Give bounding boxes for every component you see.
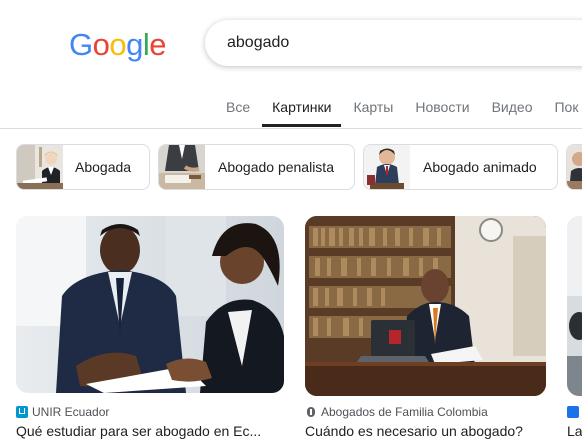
result-source-name: Abogados de Familia Colombia [321,405,488,419]
logo-letter: o [92,27,110,62]
scales-favicon-icon [305,406,317,418]
chip-thumbnail [17,145,63,189]
result-image[interactable] [305,216,546,396]
google-logo[interactable]: Google [69,27,167,63]
logo-letter: e [149,27,167,62]
chip-thumbnail [159,145,205,189]
chip-label: Abogada [75,159,132,175]
result-image[interactable] [16,216,284,393]
unir-favicon-icon [16,406,28,418]
chip-abogado-penalista[interactable]: Abogado penalista [158,144,355,190]
logo-letter: o [109,27,127,62]
tab-maps[interactable]: Карты [353,96,393,126]
result-title[interactable]: Cuándo es necesario un abogado? [305,422,546,440]
result-image[interactable] [567,216,582,396]
chip-thumbnail [364,145,410,189]
search-tabs: Все Картинки Карты Новости Видео Пок [226,96,578,128]
chip-label: Abogado animado [423,159,537,175]
tabs-divider [0,128,582,129]
result-source [567,404,582,420]
tab-videos[interactable]: Видео [492,96,533,126]
chip-label: Abogado penalista [218,159,334,175]
result-photo [305,216,546,396]
tab-shopping[interactable]: Пок [554,96,578,126]
result-title[interactable]: La [567,422,582,440]
result-source-name: UNIR Ecuador [32,405,110,419]
logo-letter: G [69,27,93,62]
chip-partial[interactable] [566,144,582,190]
result-source: UNIR Ecuador [16,404,109,420]
chip-abogado-animado[interactable]: Abogado animado [363,144,558,190]
result-title[interactable]: Qué estudiar para ser abogado en Ec... [16,422,284,440]
chip-abogada[interactable]: Abogada [16,144,150,190]
chip-thumbnail [567,145,582,189]
result-source: Abogados de Familia Colombia [305,404,488,420]
result-photo [567,216,582,396]
search-input[interactable] [227,20,567,66]
tab-images[interactable]: Картинки [262,96,342,127]
site-favicon-icon [567,406,579,418]
search-box[interactable] [205,20,582,66]
tab-all[interactable]: Все [226,96,250,126]
tab-news[interactable]: Новости [415,96,469,126]
result-photo [16,216,284,393]
page: Google Все Картинки Карты Новости Видео Пок A… [0,0,582,446]
logo-letter: g [126,27,143,62]
